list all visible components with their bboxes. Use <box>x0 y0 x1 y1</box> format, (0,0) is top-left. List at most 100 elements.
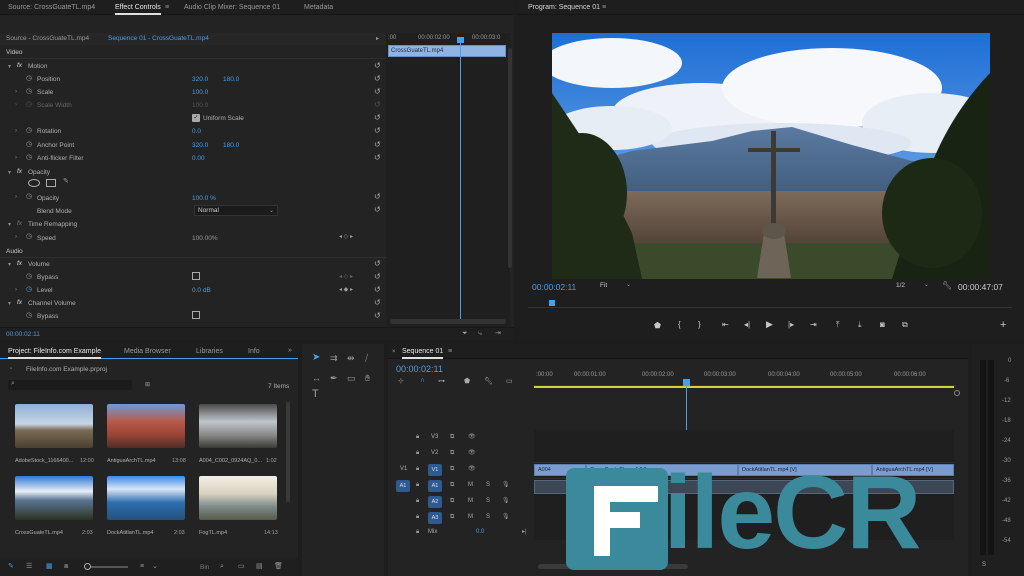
position-reset-icon[interactable]: ↺ <box>374 75 381 83</box>
uniform-scale-reset-icon[interactable]: ↺ <box>374 114 381 122</box>
program-scrubber[interactable] <box>528 298 1012 308</box>
pencil-icon[interactable]: ✎ <box>8 563 14 571</box>
wrench-icon[interactable]: 🔧︎ <box>942 282 952 290</box>
play-icon[interactable]: ▶ <box>766 319 773 330</box>
go-to-end-icon[interactable]: ▸| <box>522 528 527 536</box>
sync-lock-icon[interactable]: ⧉ <box>450 433 454 441</box>
timeline-scroll-end[interactable] <box>954 390 960 396</box>
selection-tool-icon[interactable]: ➤ <box>312 353 320 363</box>
hand-tool-icon[interactable]: ✋︎ <box>365 374 370 383</box>
subtab-source[interactable]: Source - CrossGuateTL.mp4 <box>6 35 89 42</box>
sync-lock-icon[interactable]: ⧉ <box>450 465 454 473</box>
fx-badge-channel[interactable]: fx <box>17 299 22 306</box>
channel-volume-reset-icon[interactable]: ↺ <box>374 299 381 307</box>
work-area-bar[interactable] <box>534 386 954 388</box>
mix-value[interactable]: 0.0 <box>476 529 484 535</box>
sync-lock-icon[interactable]: ⧉ <box>450 497 454 505</box>
step-back-icon[interactable]: ◂| <box>744 320 750 329</box>
tab-media-browser[interactable]: Media Browser <box>124 348 171 355</box>
flicker-toggle[interactable]: › <box>15 155 17 161</box>
clip-a004[interactable]: A004 <box>534 464 586 476</box>
tab-effect-controls[interactable]: Effect Controls <box>115 4 161 15</box>
eye-icon[interactable]: 👁︎ <box>468 449 476 457</box>
slip-tool-icon[interactable]: ↔ <box>312 374 321 383</box>
timeline-hscroll[interactable] <box>538 564 688 569</box>
compare-icon[interactable]: ⧉ <box>902 320 908 330</box>
thumb-a004[interactable] <box>199 404 277 448</box>
position-stopwatch-icon[interactable]: ◷ <box>26 75 32 83</box>
ellipse-mask-icon[interactable] <box>28 179 40 187</box>
scale-value[interactable]: 100.0 <box>192 89 208 96</box>
sync-lock-icon[interactable]: ⧉ <box>450 449 454 457</box>
search-bin-icon[interactable]: ⌕ <box>220 563 224 571</box>
ratio-select[interactable]: 1/2 ⌄ <box>894 282 934 292</box>
source-patch-a[interactable]: A1 <box>396 480 410 492</box>
step-forward-icon[interactable]: |▸ <box>788 320 794 329</box>
ec-vscroll[interactable] <box>508 48 512 268</box>
keyframe-nav-icon[interactable]: ◂ ◇ ▸ <box>339 233 353 241</box>
solo-button[interactable]: S <box>486 498 490 504</box>
speed-value[interactable]: 100.00% <box>192 235 218 242</box>
mic-icon[interactable]: 🎙︎ <box>502 497 510 505</box>
zoom-slider[interactable] <box>84 563 128 570</box>
pen-tool-icon[interactable]: ✒ <box>330 374 338 383</box>
filter-icon[interactable]: ⏷ <box>462 330 468 338</box>
sync-lock-icon[interactable]: ⧉ <box>450 513 454 521</box>
lock-icon[interactable]: 🔒︎ <box>416 481 419 489</box>
timeline-playhead-handle[interactable] <box>683 379 690 386</box>
sync-lock-icon[interactable]: ⧉ <box>450 481 454 489</box>
anchor-stopwatch-icon[interactable]: ◷ <box>26 141 32 149</box>
flicker-stopwatch-icon[interactable]: ◷ <box>26 154 32 162</box>
level-toggle[interactable]: › <box>15 287 17 293</box>
blend-mode-select[interactable]: Normal ⌄ <box>194 205 278 216</box>
opacity-reset-icon[interactable]: ↺ <box>374 193 381 201</box>
motion-reset-icon[interactable]: ↺ <box>374 62 381 70</box>
add-marker-icon[interactable]: ⬟ <box>654 321 661 330</box>
track-target-v1[interactable]: V1 <box>428 464 442 476</box>
eye-icon[interactable]: 👁︎ <box>468 465 476 473</box>
camera-icon[interactable]: ◙ <box>880 320 885 329</box>
thumb-fog[interactable] <box>199 476 277 520</box>
panel-menu-icon[interactable]: ≡ <box>165 4 169 12</box>
speed-toggle[interactable]: › <box>15 234 17 240</box>
thumb-antigua-arch[interactable] <box>107 404 185 448</box>
program-playhead[interactable] <box>549 300 555 306</box>
clip-crossguate[interactable]: CrossGuateTL.mp4 [V] <box>586 464 738 476</box>
meter-solo-button[interactable]: S <box>982 562 986 568</box>
level-stopwatch-icon[interactable]: ◷ <box>26 286 32 294</box>
timeline-timecode[interactable]: 00:00:02:11 <box>396 364 443 374</box>
bypass2-reset-icon[interactable]: ↺ <box>374 312 381 320</box>
flicker-reset-icon[interactable]: ↺ <box>374 154 381 162</box>
level-value[interactable]: 0.0 dB <box>192 287 211 294</box>
bypass-checkbox[interactable] <box>192 272 200 280</box>
mic-icon[interactable]: 🎙︎ <box>502 481 510 489</box>
extract-icon[interactable]: ⤓ <box>858 320 862 330</box>
zoom-slider-handle[interactable] <box>84 563 91 570</box>
pen-mask-icon[interactable]: ✎ <box>63 178 69 186</box>
clip-dock-atitlan[interactable]: DockAtitlanTL.mp4 [V] <box>738 464 872 476</box>
audio-clip-a1[interactable] <box>534 480 954 494</box>
project-vscroll[interactable] <box>286 402 290 502</box>
add-button-icon[interactable]: + <box>1000 319 1006 331</box>
opacity-group-toggle[interactable]: ▾ <box>8 169 11 176</box>
thumb-crossguate[interactable] <box>15 476 93 520</box>
bypass2-checkbox[interactable] <box>192 311 200 319</box>
lock-icon[interactable]: 🔒︎ <box>416 497 419 505</box>
razor-tool-icon[interactable]: ⧸ <box>365 354 368 363</box>
ec-timecode[interactable]: 00:00:02:11 <box>6 331 40 338</box>
scale-width-toggle[interactable]: › <box>15 102 17 108</box>
uniform-scale-checkbox[interactable]: ✓ <box>192 114 200 122</box>
track-target-a2[interactable]: A2 <box>428 496 442 508</box>
mic-icon[interactable]: 🎙︎ <box>502 513 510 521</box>
ripple-edit-icon[interactable]: ⇹ <box>347 354 355 363</box>
track-select-icon[interactable]: ⇉ <box>330 354 338 363</box>
volume-reset-icon[interactable]: ↺ <box>374 260 381 268</box>
go-to-out-icon[interactable]: ⇥ <box>810 320 817 329</box>
track-target-a1[interactable]: A1 <box>428 480 442 492</box>
mute-button[interactable]: M <box>468 482 473 488</box>
channel-volume-toggle[interactable]: ▾ <box>8 300 11 307</box>
new-bin-icon[interactable]: ▭ <box>238 563 245 571</box>
thumb-adobestock[interactable] <box>15 404 93 448</box>
mini-playhead[interactable] <box>460 37 461 321</box>
subtab-sequence[interactable]: Sequence 01 - CrossGuateTL.mp4 <box>108 35 209 42</box>
